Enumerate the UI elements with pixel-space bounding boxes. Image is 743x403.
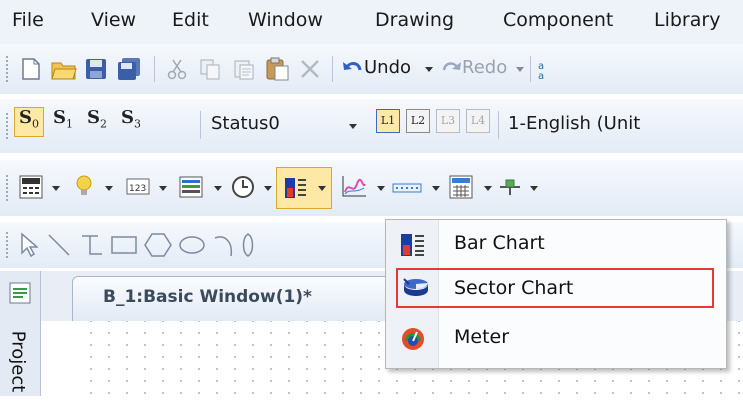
layer-button-l3[interactable]: L3 [436,109,460,133]
svg-text:a: a [538,71,544,81]
menu-item-label: Bar Chart [454,232,545,254]
state-button-s1[interactable]: S1 [53,107,73,135]
menu-library[interactable]: Library [654,9,720,31]
state-button-s0[interactable]: S0 [19,107,39,135]
chevron-down-icon[interactable] [349,124,357,129]
toolbar-grip[interactable] [6,56,11,82]
clock-icon[interactable] [230,174,256,200]
delete-icon[interactable] [298,57,322,81]
menu-view[interactable]: View [91,9,136,31]
layer-button-l2[interactable]: L2 [406,109,430,133]
open-folder-icon[interactable] [50,56,78,82]
trend-chart-icon[interactable] [340,174,368,200]
status-toolbar: S0 S1 S2 S3 Status0 L1 L2 L3 L4 1-Englis… [0,99,743,153]
project-tab[interactable]: Project [5,323,35,403]
state-button-s2[interactable]: S2 [87,107,107,135]
chevron-down-icon[interactable] [159,186,167,191]
menu-component[interactable]: Component [503,9,613,31]
component-toolbar: 123 [0,160,743,216]
chevron-down-icon[interactable] [530,186,538,191]
switch-icon[interactable] [498,176,522,198]
tab-title: B_1:Basic Window(1)* [103,287,312,307]
bar-chart-icon [401,234,424,256]
menu-item-label: Sector Chart [454,277,574,299]
project-side-panel: Project [0,271,41,396]
menu-file[interactable]: File [12,9,44,31]
chevron-down-icon[interactable] [264,186,272,191]
toolbar-separator [154,56,155,82]
chevron-down-icon[interactable] [516,67,524,72]
tab-basic-window[interactable]: B_1:Basic Window(1)* [72,276,392,321]
history-display-icon[interactable] [392,178,422,196]
toolbar-separator [332,56,333,82]
numeric-display-icon[interactable]: 123 [126,176,150,198]
text-icon[interactable]: aa [537,57,551,81]
chevron-down-icon[interactable] [214,186,222,191]
menu-drawing[interactable]: Drawing [375,9,454,31]
project-panel-icon[interactable] [8,281,32,305]
menu-item-meter[interactable]: Meter [386,316,726,360]
ellipse-tool-icon[interactable] [178,234,206,256]
arc-tool-icon[interactable] [212,232,236,258]
menu-window[interactable]: Window [248,9,323,31]
menu-item-label: Meter [454,326,510,348]
toolbar-grip[interactable] [6,232,11,258]
save-icon[interactable] [84,57,108,81]
sector-chart-icon [403,278,428,296]
copy-format-icon[interactable] [232,57,256,81]
language-select-value[interactable]: 1-English (Unit [508,113,640,134]
cut-icon[interactable] [166,57,188,81]
meter-icon [402,328,424,350]
chevron-down-icon[interactable] [377,186,385,191]
menu-edit[interactable]: Edit [172,9,209,31]
chevron-down-icon[interactable] [425,67,433,72]
toolbar-separator [200,111,201,139]
polyline-tool-icon[interactable] [78,232,104,258]
bar-chart-icon [285,178,306,198]
chevron-down-icon[interactable] [484,186,492,191]
toolbar-separator [530,56,531,82]
menu-item-sector-chart[interactable]: Sector Chart [396,268,714,308]
calculator-icon[interactable] [448,174,474,200]
project-tab-label: Project [7,330,29,393]
new-file-icon[interactable] [20,57,42,81]
copy-icon[interactable] [198,57,222,81]
chevron-down-icon[interactable] [318,186,326,191]
edit-toolbar: Undo Redo aa [0,44,743,94]
line-tool-icon[interactable] [46,232,72,258]
menu-bar: File View Edit Window Drawing Component … [0,0,743,44]
menu-item-bar-chart[interactable]: Bar Chart [386,222,726,266]
undo-label: Undo [364,57,412,78]
status-select-value: Status0 [211,113,280,134]
chevron-down-icon[interactable] [432,186,440,191]
chevron-down-icon[interactable] [52,186,60,191]
save-all-icon[interactable] [116,56,142,82]
chart-dropdown-menu: Bar Chart Sector Chart Meter [385,219,727,369]
layer-button-l4[interactable]: L4 [466,109,490,133]
rectangle-tool-icon[interactable] [110,234,138,256]
toolbar-grip[interactable] [6,175,11,201]
redo-icon [442,62,461,71]
paste-icon[interactable] [264,56,290,82]
redo-label: Redo [462,57,508,78]
numeric-icon-text: 123 [129,184,146,194]
toolbar-separator [498,111,499,139]
lamp-icon[interactable] [74,174,94,200]
pie-tool-icon[interactable] [240,232,256,258]
select-arrow-icon[interactable] [18,232,38,258]
data-display-icon[interactable] [178,174,204,200]
layer-button-l1[interactable]: L1 [376,109,400,133]
keypad-icon[interactable] [18,174,44,200]
toolbar-grip[interactable] [6,113,11,139]
chevron-down-icon[interactable] [105,186,113,191]
state-button-s3[interactable]: S3 [121,107,141,135]
undo-icon [343,62,362,71]
polygon-tool-icon[interactable] [144,232,172,258]
